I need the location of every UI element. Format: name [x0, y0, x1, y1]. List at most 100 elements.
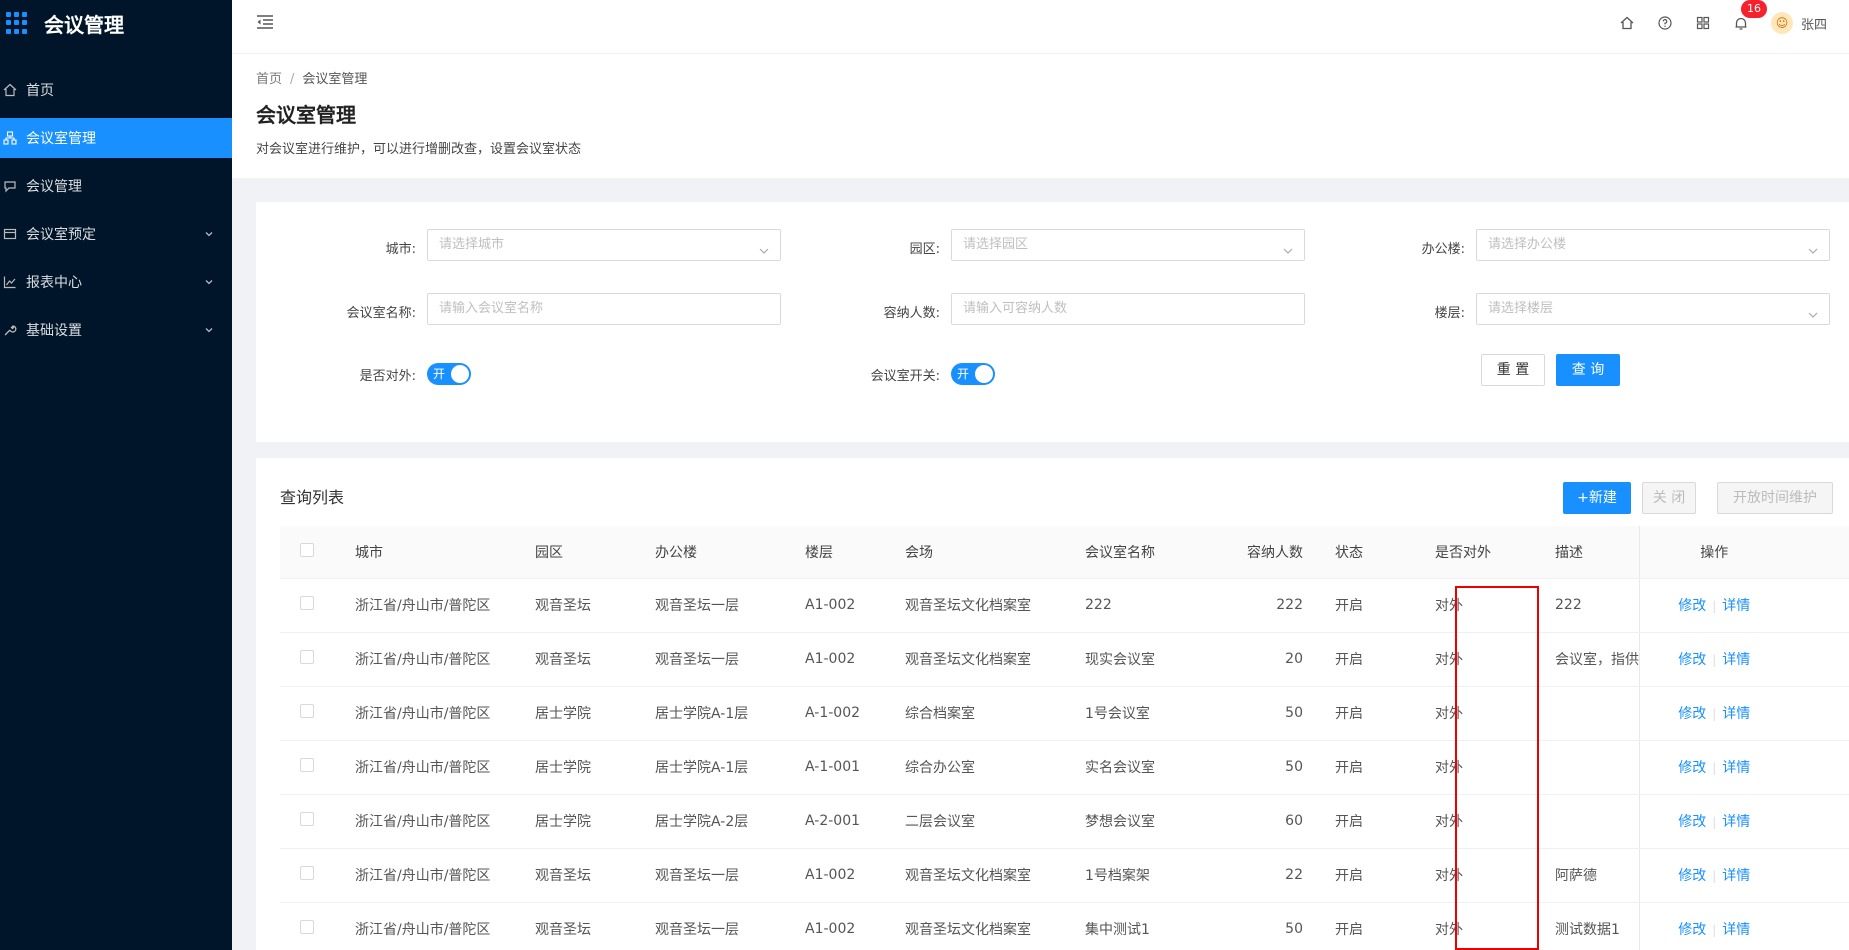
- help-icon[interactable]: [1657, 15, 1673, 31]
- city-placeholder: 请选择城市: [439, 237, 505, 252]
- column-header[interactable]: 楼层: [805, 526, 905, 579]
- park-label: 园区:: [909, 242, 940, 257]
- detail-link[interactable]: 详情: [1722, 868, 1750, 884]
- menu-fold-icon[interactable]: [256, 14, 274, 34]
- edit-link[interactable]: 修改: [1678, 598, 1706, 614]
- row-checkbox[interactable]: [300, 650, 314, 664]
- table-row[interactable]: 浙江省/舟山市/普陀区 观音圣坛 观音圣坛一层 A1-002 观音圣坛文化档案室 集中测试…: [280, 902, 1849, 950]
- building-icon: [2, 130, 18, 146]
- edit-link[interactable]: 修改: [1678, 814, 1706, 830]
- cell-city: 浙江省/舟山市/普陀区: [335, 740, 535, 795]
- column-header[interactable]: 办公楼: [655, 526, 805, 579]
- edit-link[interactable]: 修改: [1678, 868, 1706, 884]
- breadcrumb-current: 会议室管理: [302, 72, 368, 87]
- column-header[interactable]: 城市: [335, 526, 535, 579]
- table-row[interactable]: 浙江省/舟山市/普陀区 居士学院 居士学院A-1层 A-1-001 综合办公室 实名会议室…: [280, 740, 1849, 795]
- apps-icon[interactable]: [1695, 15, 1711, 31]
- detail-link[interactable]: 详情: [1722, 760, 1750, 776]
- column-header[interactable]: 是否对外: [1435, 526, 1555, 579]
- external-toggle[interactable]: 开: [427, 363, 471, 385]
- capacity-input[interactable]: 请输入可容纳人数: [951, 293, 1305, 325]
- column-header[interactable]: 描述: [1555, 526, 1639, 579]
- row-checkbox[interactable]: [300, 866, 314, 880]
- open-time-maintenance-button[interactable]: 开放时间维护: [1717, 482, 1833, 514]
- select-all-cell: [280, 526, 335, 579]
- sidebar-item-label: 基础设置: [26, 323, 82, 339]
- new-button[interactable]: +新建: [1563, 482, 1631, 514]
- edit-link[interactable]: 修改: [1678, 760, 1706, 776]
- cell-name: 1号会议室: [1085, 686, 1230, 741]
- row-checkbox[interactable]: [300, 920, 314, 934]
- cell-venue: 观音圣坛文化档案室: [905, 632, 1085, 687]
- column-header[interactable]: 会场: [905, 526, 1085, 579]
- detail-link[interactable]: 详情: [1722, 652, 1750, 668]
- header-actions: 16 ☺ 张四: [1619, 0, 1849, 46]
- external-label: 是否对外:: [359, 369, 416, 384]
- edit-link[interactable]: 修改: [1678, 922, 1706, 938]
- sidebar-item-label: 首页: [26, 83, 54, 99]
- reset-button[interactable]: 重 置: [1481, 354, 1545, 386]
- cell-building: 观音圣坛一层: [655, 902, 805, 950]
- sidebar-item-basic-settings[interactable]: 基础设置: [0, 310, 232, 350]
- detail-link[interactable]: 详情: [1722, 598, 1750, 614]
- room-name-input[interactable]: 请输入会议室名称: [427, 293, 781, 325]
- row-checkbox[interactable]: [300, 704, 314, 718]
- cell-external: 对外: [1435, 902, 1555, 950]
- close-button[interactable]: 关 闭: [1642, 482, 1696, 514]
- column-header[interactable]: 会议室名称: [1085, 526, 1230, 579]
- cell-floor: A-1-001: [805, 740, 905, 795]
- actions-cell: 修改 | 详情: [1638, 848, 1789, 903]
- park-select[interactable]: 请选择园区: [951, 229, 1305, 261]
- sidebar-item-reports[interactable]: 报表中心: [0, 262, 232, 302]
- username[interactable]: 张四: [1801, 14, 1827, 33]
- detail-link[interactable]: 详情: [1722, 706, 1750, 722]
- table-row[interactable]: 浙江省/舟山市/普陀区 观音圣坛 观音圣坛一层 A1-002 观音圣坛文化档案室 1号档案…: [280, 848, 1849, 903]
- avatar[interactable]: ☺: [1770, 12, 1793, 34]
- row-checkbox[interactable]: [300, 812, 314, 826]
- result-list-card: 查询列表 +新建 关 闭 开放时间维护 城市 园区 办公楼 楼层 会场 会议室名…: [256, 458, 1849, 950]
- cell-name: 集中测试1: [1085, 902, 1230, 950]
- detail-link[interactable]: 详情: [1722, 814, 1750, 830]
- logo[interactable]: 会议管理: [0, 0, 232, 46]
- sidebar-item-room-management[interactable]: 会议室管理: [0, 118, 232, 158]
- column-header[interactable]: 状态: [1335, 526, 1435, 579]
- cell-name: 1号档案架: [1085, 848, 1230, 903]
- row-checkbox[interactable]: [300, 596, 314, 610]
- city-select[interactable]: 请选择城市: [427, 229, 781, 261]
- query-button[interactable]: 查 询: [1556, 354, 1620, 386]
- cell-floor: A1-002: [805, 632, 905, 687]
- cell-venue: 观音圣坛文化档案室: [905, 848, 1085, 903]
- table-row[interactable]: 浙江省/舟山市/普陀区 居士学院 居士学院A-2层 A-2-001 二层会议室 梦想会议室…: [280, 794, 1849, 849]
- sidebar-item-room-booking[interactable]: 会议室预定: [0, 214, 232, 254]
- row-spacer: [1789, 848, 1849, 903]
- cell-floor: A-2-001: [805, 794, 905, 849]
- sidebar-item-meeting-management[interactable]: 会议管理: [0, 166, 232, 206]
- room-switch-toggle[interactable]: 开: [951, 363, 995, 385]
- actions-cell: 修改 | 详情: [1638, 902, 1789, 950]
- bell-icon[interactable]: 16: [1733, 0, 1767, 31]
- row-spacer: [1789, 578, 1849, 633]
- detail-link[interactable]: 详情: [1722, 922, 1750, 938]
- floor-select[interactable]: 请选择楼层: [1476, 293, 1830, 325]
- edit-link[interactable]: 修改: [1678, 706, 1706, 722]
- building-select[interactable]: 请选择办公楼: [1476, 229, 1830, 261]
- table-row[interactable]: 浙江省/舟山市/普陀区 观音圣坛 观音圣坛一层 A1-002 观音圣坛文化档案室 222 2…: [280, 578, 1849, 633]
- row-select-cell: [280, 902, 335, 950]
- notification-badge: 16: [1740, 0, 1767, 18]
- room-switch-label: 会议室开关:: [870, 369, 940, 384]
- column-header[interactable]: 园区: [535, 526, 655, 579]
- row-select-cell: [280, 578, 335, 633]
- table-row[interactable]: 浙江省/舟山市/普陀区 观音圣坛 观音圣坛一层 A1-002 观音圣坛文化档案室 现实会议…: [280, 632, 1849, 687]
- cell-venue: 观音圣坛文化档案室: [905, 902, 1085, 950]
- cell-venue: 二层会议室: [905, 794, 1085, 849]
- sidebar-item-home[interactable]: 首页: [0, 70, 232, 110]
- table-row[interactable]: 浙江省/舟山市/普陀区 居士学院 居士学院A-1层 A-1-002 综合档案室 1号会议室…: [280, 686, 1849, 741]
- home-icon[interactable]: [1619, 15, 1635, 31]
- column-header[interactable]: 容纳人数: [1230, 526, 1335, 579]
- breadcrumb-home[interactable]: 首页: [256, 72, 282, 87]
- cell-city: 浙江省/舟山市/普陀区: [335, 794, 535, 849]
- edit-link[interactable]: 修改: [1678, 652, 1706, 668]
- select-all-checkbox[interactable]: [300, 542, 314, 557]
- action-separator: |: [1712, 869, 1717, 883]
- row-checkbox[interactable]: [300, 758, 314, 772]
